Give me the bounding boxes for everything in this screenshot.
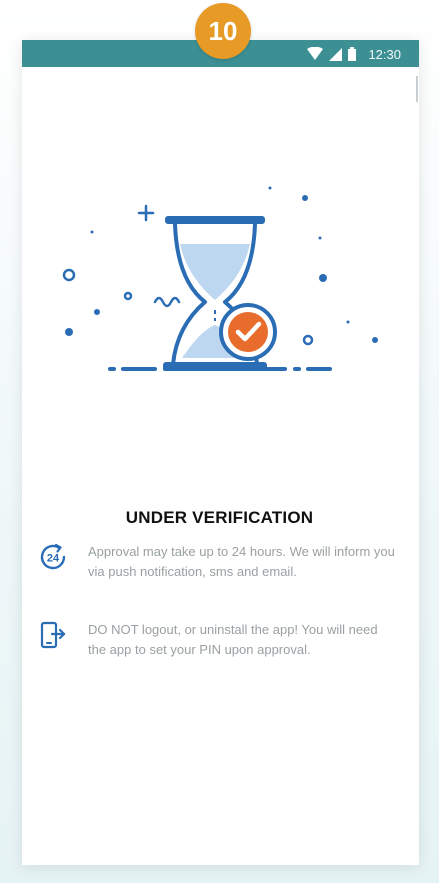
status-icons: 12:30 bbox=[307, 44, 401, 64]
info-text-do-not-logout: DO NOT logout, or uninstall the app! You… bbox=[88, 622, 378, 657]
info-row-keep-app: DO NOT logout, or uninstall the app! You… bbox=[38, 620, 398, 660]
battery-icon bbox=[348, 47, 357, 61]
info-row-approval-time: 24 Approval may take up to 24 hours. We … bbox=[38, 542, 398, 582]
scrollbar[interactable] bbox=[416, 76, 418, 102]
page-title: UNDER VERIFICATION bbox=[125, 508, 314, 527]
svg-text:24: 24 bbox=[47, 553, 60, 565]
signal-icon bbox=[329, 47, 343, 61]
wifi-icon bbox=[307, 47, 324, 60]
hourglass-with-check-icon bbox=[62, 186, 378, 371]
phone-screen: 12:30 bbox=[22, 40, 419, 865]
status-time: 12:30 bbox=[368, 46, 401, 62]
device-exit-icon bbox=[40, 621, 66, 649]
step-badge: 10 bbox=[195, 3, 251, 59]
info-text-approval: Approval may take up to 24 hours. We wil… bbox=[88, 544, 395, 579]
24-hours-icon: 24 bbox=[40, 543, 66, 570]
